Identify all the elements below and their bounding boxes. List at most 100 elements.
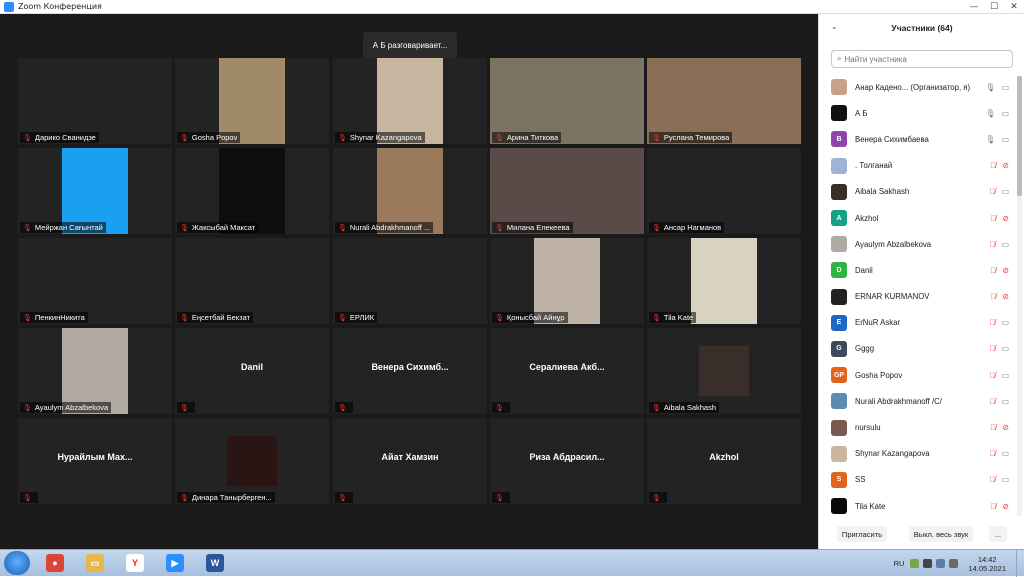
mic-muted-icon[interactable]: 🎙̸ bbox=[989, 371, 995, 380]
mic-muted-icon[interactable]: 🎙̸ bbox=[989, 318, 995, 327]
video-tile[interactable]: Сералиева Акб... 🎙 bbox=[490, 328, 644, 414]
mic-icon[interactable]: 🎙 bbox=[985, 83, 995, 92]
camera-icon[interactable]: ▭ bbox=[1001, 449, 1009, 458]
video-tile[interactable]: 🎙 Nurali Abdrakhmanoff ... bbox=[333, 148, 487, 234]
video-tile[interactable]: 🎙 ПенкинНикита bbox=[18, 238, 172, 324]
video-tile[interactable]: 🎙 Динара Танырберген... bbox=[175, 418, 329, 504]
video-tile[interactable]: Akzhol 🎙 bbox=[647, 418, 801, 504]
mic-muted-icon[interactable]: 🎙̸ bbox=[990, 266, 996, 275]
minimize-button[interactable]: — bbox=[964, 0, 984, 14]
participant-row[interactable]: D Danil 🎙̸ ⊘ bbox=[819, 257, 1017, 283]
mic-muted-icon[interactable]: 🎙̸ bbox=[990, 214, 996, 223]
maximize-button[interactable]: ☐ bbox=[984, 0, 1004, 14]
mic-icon[interactable]: 🎙 bbox=[985, 135, 995, 144]
participant-row[interactable]: Ayaulym Abzalbekova 🎙̸ ▭ bbox=[819, 231, 1017, 257]
camera-icon[interactable]: ▭ bbox=[1001, 475, 1009, 484]
video-tile[interactable]: 🎙 Aibala Sakhash bbox=[647, 328, 801, 414]
camera-icon[interactable]: ▭ bbox=[1001, 109, 1009, 118]
video-tile[interactable]: 🎙 Gosha Popov bbox=[175, 58, 329, 144]
participant-row[interactable]: Aibala Sakhash 🎙̸ ▭ bbox=[819, 179, 1017, 205]
participant-row[interactable]: В Венера Сихимбаева 🎙 ▭ bbox=[819, 126, 1017, 152]
scrollbar-thumb[interactable] bbox=[1017, 76, 1022, 196]
participant-name: Danil bbox=[855, 265, 873, 275]
video-tile[interactable]: 🎙 Дарико Сванидзе bbox=[18, 58, 172, 144]
video-tile[interactable]: 🎙 Милана Елекеева bbox=[490, 148, 644, 234]
camera-icon[interactable]: ▭ bbox=[1001, 371, 1009, 380]
invite-button[interactable]: Пригласить bbox=[837, 526, 887, 542]
close-button[interactable]: ✕ bbox=[1004, 0, 1024, 14]
participant-row[interactable]: . Толганай 🎙̸ ⊘ bbox=[819, 153, 1017, 179]
camera-icon[interactable]: ▭ bbox=[1001, 318, 1009, 327]
video-tile[interactable]: 🎙 Руслана Темирова bbox=[647, 58, 801, 144]
participant-row[interactable]: GP Gosha Popov 🎙̸ ▭ bbox=[819, 362, 1017, 388]
video-tile[interactable]: 🎙 Shynar Kazangapova bbox=[333, 58, 487, 144]
taskbar-folder-button[interactable]: ▭ bbox=[78, 551, 112, 575]
camera-icon[interactable]: ▭ bbox=[1001, 397, 1009, 406]
tray-flag-icon[interactable] bbox=[923, 559, 933, 568]
video-tile[interactable]: 🎙 Мейржан Сағынтай bbox=[18, 148, 172, 234]
participant-row[interactable]: А Б 🎙 ▭ bbox=[819, 100, 1017, 126]
tray-app-icon[interactable] bbox=[910, 559, 920, 568]
participant-row[interactable]: nursulu 🎙̸ ⊘ bbox=[819, 414, 1017, 440]
camera-icon[interactable]: ▭ bbox=[1001, 83, 1009, 92]
participant-search[interactable]: ⌕ bbox=[831, 50, 1013, 68]
video-tile[interactable]: 🎙 Ансар Нагманов bbox=[647, 148, 801, 234]
participant-row[interactable]: A Akzhol 🎙̸ ⊘ bbox=[819, 205, 1017, 231]
mic-muted-icon[interactable]: 🎙̸ bbox=[989, 240, 995, 249]
video-tile[interactable]: Нурайлым Мах... 🎙 bbox=[18, 418, 172, 504]
video-tile[interactable]: 🎙 Ayaulym Abzalbekova bbox=[18, 328, 172, 414]
taskbar-clock[interactable]: 14:42 14.05.2021 bbox=[968, 555, 1006, 573]
start-button[interactable] bbox=[4, 551, 30, 575]
participant-scrollbar[interactable] bbox=[1017, 76, 1022, 516]
camera-off-icon[interactable]: ⊘ bbox=[1002, 214, 1009, 223]
camera-off-icon[interactable]: ⊘ bbox=[1002, 502, 1009, 511]
taskbar-chrome-button[interactable]: ● bbox=[38, 551, 72, 575]
language-indicator[interactable]: RU bbox=[894, 559, 905, 568]
mic-muted-icon[interactable]: 🎙̸ bbox=[990, 423, 996, 432]
taskbar-word-button[interactable]: W bbox=[198, 551, 232, 575]
video-tile[interactable]: Венера Сихимб... 🎙 bbox=[333, 328, 487, 414]
camera-off-icon[interactable]: ⊘ bbox=[1002, 423, 1009, 432]
camera-icon[interactable]: ▭ bbox=[1001, 344, 1009, 353]
video-tile[interactable]: 🎙 Арина Титкова bbox=[490, 58, 644, 144]
camera-off-icon[interactable]: ⊘ bbox=[1002, 161, 1009, 170]
participant-row[interactable]: Анар Каденo... (Организатор, я) 🎙 ▭ bbox=[819, 74, 1017, 100]
mic-muted-icon[interactable]: 🎙̸ bbox=[990, 292, 996, 301]
camera-off-icon[interactable]: ⊘ bbox=[1002, 266, 1009, 275]
video-tile[interactable]: 🎙 Еңсетбай Бекзат bbox=[175, 238, 329, 324]
mic-icon[interactable]: 🎙 bbox=[985, 109, 995, 118]
participant-row[interactable]: ERNAR KURMANOV 🎙̸ ⊘ bbox=[819, 284, 1017, 310]
mic-muted-icon[interactable]: 🎙̸ bbox=[990, 502, 996, 511]
camera-off-icon[interactable]: ⊘ bbox=[1002, 292, 1009, 301]
tray-network-icon[interactable] bbox=[936, 559, 946, 568]
participant-row[interactable]: G Gggg 🎙̸ ▭ bbox=[819, 336, 1017, 362]
taskbar-yandex-button[interactable]: Y bbox=[118, 551, 152, 575]
video-tile[interactable]: Риза Абдрасил... 🎙 bbox=[490, 418, 644, 504]
video-tile[interactable]: 🎙 Tila Kate bbox=[647, 238, 801, 324]
search-input[interactable] bbox=[844, 54, 1005, 64]
mic-muted-icon[interactable]: 🎙̸ bbox=[989, 187, 995, 196]
camera-icon[interactable]: ▭ bbox=[1001, 240, 1009, 249]
camera-icon[interactable]: ▭ bbox=[1001, 187, 1009, 196]
video-tile[interactable]: 🎙 ЕРЛИК bbox=[333, 238, 487, 324]
more-button[interactable]: ... bbox=[989, 526, 1007, 542]
mic-muted-icon[interactable]: 🎙̸ bbox=[989, 397, 995, 406]
participant-row[interactable]: S SS 🎙̸ ▭ bbox=[819, 467, 1017, 493]
participant-row[interactable]: Nurali Abdrakhmanoff /C/ 🎙̸ ▭ bbox=[819, 388, 1017, 414]
video-tile[interactable]: 🎙 Қонысбай Айнұр bbox=[490, 238, 644, 324]
camera-icon[interactable]: ▭ bbox=[1001, 135, 1009, 144]
mic-muted-icon[interactable]: 🎙̸ bbox=[989, 449, 995, 458]
participant-row[interactable]: Shynar Kazangapova 🎙̸ ▭ bbox=[819, 441, 1017, 467]
video-tile[interactable]: Айат Хамзин 🎙 bbox=[333, 418, 487, 504]
video-tile[interactable]: 🎙 Жаксыбай Максат bbox=[175, 148, 329, 234]
participant-row[interactable]: Tila Kate 🎙̸ ⊘ bbox=[819, 493, 1017, 516]
tray-volume-icon[interactable] bbox=[949, 559, 959, 568]
participant-row[interactable]: E ErNuR Askar 🎙̸ ▭ bbox=[819, 310, 1017, 336]
mute-all-button[interactable]: Выкл. весь звук bbox=[909, 526, 973, 542]
show-desktop-button[interactable] bbox=[1016, 550, 1024, 577]
video-tile[interactable]: Danil 🎙 bbox=[175, 328, 329, 414]
taskbar-zoom-button[interactable]: ▶ bbox=[158, 551, 192, 575]
mic-muted-icon[interactable]: 🎙̸ bbox=[989, 475, 995, 484]
mic-muted-icon[interactable]: 🎙̸ bbox=[989, 344, 995, 353]
mic-muted-icon[interactable]: 🎙̸ bbox=[990, 161, 996, 170]
